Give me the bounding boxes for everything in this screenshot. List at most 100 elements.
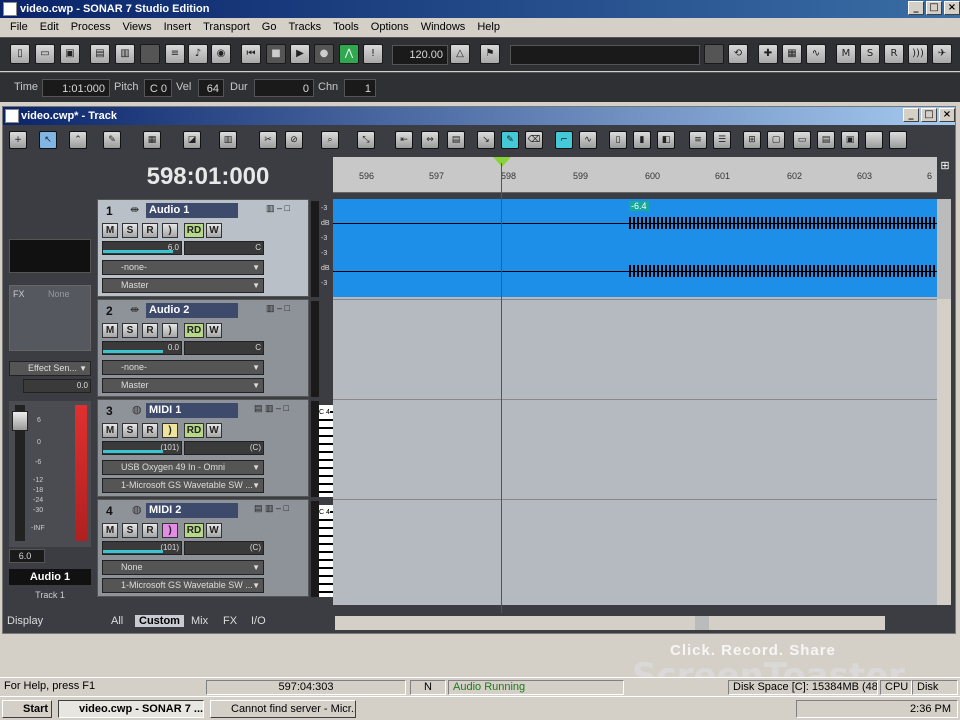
menu-options[interactable]: Options <box>365 21 415 33</box>
envelope-mode-icon[interactable]: ◪ <box>183 131 201 149</box>
input-dropdown[interactable]: None ▼ <box>102 560 264 575</box>
stop-icon[interactable]: ■ <box>266 44 286 64</box>
chn-field[interactable]: 1 <box>344 79 376 97</box>
open-file-icon[interactable]: ▭ <box>35 44 55 64</box>
mute-button[interactable]: M <box>102 423 118 438</box>
menu-views[interactable]: Views <box>116 21 157 33</box>
clock[interactable]: 2:36 PM <box>910 703 951 715</box>
vertical-scrollbar[interactable] <box>937 199 951 605</box>
zoom-tool-icon[interactable]: ⌕ <box>321 131 339 149</box>
fader-value[interactable]: 6.0 <box>9 549 45 563</box>
track-name[interactable]: MIDI 1 <box>146 403 238 418</box>
display-dropdown[interactable]: Display <box>7 615 73 627</box>
pan-slider[interactable]: C <box>184 241 264 255</box>
now-marker-icon[interactable] <box>493 157 511 167</box>
pan-slider[interactable]: (C) <box>184 541 264 555</box>
staff-icon[interactable]: ♪ <box>188 44 208 64</box>
start-button[interactable]: Start <box>2 700 52 718</box>
track-options-icon[interactable]: ▤ ▥ – □ <box>254 403 289 414</box>
split-tool-icon[interactable]: ✂ <box>259 131 277 149</box>
record-arm-button[interactable]: R <box>142 523 158 538</box>
tab-io[interactable]: I/O <box>251 615 266 627</box>
grid-icon[interactable]: ▦ <box>782 44 802 64</box>
fx-bin[interactable]: FX None <box>9 285 91 351</box>
output-dropdown[interactable]: Master ▼ <box>102 378 264 393</box>
select-tool-icon[interactable]: ⌃ <box>69 131 87 149</box>
volume-slider[interactable]: (101) <box>102 441 182 455</box>
strip-icon[interactable]: ▥ <box>219 131 237 149</box>
effect-send-dropdown[interactable]: Effect Sen... ▼ <box>9 361 91 376</box>
menu-help[interactable]: Help <box>471 21 506 33</box>
input-echo-button[interactable]: ) <box>162 523 178 538</box>
input-echo-button[interactable]: ) <box>162 323 178 338</box>
track-name[interactable]: MIDI 2 <box>146 503 238 518</box>
menu-go[interactable]: Go <box>256 21 283 33</box>
track-window-icon[interactable] <box>5 109 19 123</box>
tempo-display[interactable]: 120.00 <box>392 45 448 65</box>
menu-tools[interactable]: Tools <box>327 21 365 33</box>
task-browser[interactable]: Cannot find server - Micr... <box>210 700 356 718</box>
loop-icon[interactable] <box>704 44 724 64</box>
track-name[interactable]: Audio 2 <box>146 303 238 318</box>
zoom-ruler-icon[interactable]: ⊞ <box>937 159 953 189</box>
track-list-icon[interactable]: ▭ <box>793 131 811 149</box>
input-echo-button[interactable]: ) <box>162 423 178 438</box>
snap-icon[interactable]: ✚ <box>758 44 778 64</box>
track-name[interactable]: Audio 1 <box>146 203 238 218</box>
bar-graph-icon[interactable]: ▮ <box>633 131 651 149</box>
pan-slider[interactable]: C <box>184 341 264 355</box>
envelope-icon[interactable]: ∿ <box>806 44 826 64</box>
track-options-icon[interactable]: ▥ – □ <box>266 303 290 314</box>
output-dropdown[interactable]: 1-Microsoft GS Wavetable SW ... ▼ <box>102 578 264 593</box>
solo-all-button[interactable]: S <box>860 44 880 64</box>
track-lane[interactable] <box>333 499 937 599</box>
waveform-icon[interactable]: ∿ <box>579 131 597 149</box>
pencil-edit-icon[interactable]: ✎ <box>501 131 519 149</box>
track-options-icon[interactable]: ▥ – □ <box>266 203 290 214</box>
piano-roll-icon[interactable]: ▥ <box>115 44 135 64</box>
piano-keyboard[interactable]: C 4 <box>319 505 333 597</box>
menu-transport[interactable]: Transport <box>197 21 256 33</box>
cursor-icon[interactable]: ↘ <box>477 131 495 149</box>
menu-insert[interactable]: Insert <box>158 21 198 33</box>
track-options-icon[interactable]: ▤ ▥ – □ <box>254 503 289 514</box>
solo-button[interactable]: S <box>122 323 138 338</box>
hscroll-thumb[interactable] <box>695 616 709 630</box>
tab-all[interactable]: All <box>111 615 123 627</box>
tab-custom[interactable]: Custom <box>135 615 184 627</box>
fit-icon[interactable]: ⊞ <box>743 131 761 149</box>
insert-track-icon[interactable]: + <box>9 131 27 149</box>
track-minimize-icon[interactable]: _ <box>903 108 919 122</box>
mute-button[interactable]: M <box>102 523 118 538</box>
mute-button[interactable]: M <box>102 323 118 338</box>
menu-tracks[interactable]: Tracks <box>282 21 327 33</box>
bus-icon[interactable]: ▤ <box>817 131 835 149</box>
track-header[interactable]: 3 ◍ MIDI 1 M S R ) RD W (101) (C) USB Ox… <box>97 399 309 497</box>
task-sonar[interactable]: video.cwp - SONAR 7 ... <box>58 700 204 718</box>
track-close-icon[interactable]: × <box>939 108 955 122</box>
solo-button[interactable]: S <box>122 523 138 538</box>
draw-tool-icon[interactable]: ✎ <box>103 131 121 149</box>
play-icon[interactable]: ▶ <box>290 44 310 64</box>
rewind-icon[interactable]: ⏮ <box>241 44 261 64</box>
menu-edit[interactable]: Edit <box>34 21 65 33</box>
snapshot-icon[interactable]: ◉ <box>211 44 231 64</box>
piano-keyboard[interactable]: C 4 <box>319 405 333 497</box>
align-icon[interactable]: ≡ <box>689 131 707 149</box>
tag-icon[interactable]: ◧ <box>657 131 675 149</box>
keyboard-icon[interactable]: ▤ <box>447 131 465 149</box>
mute-all-button[interactable]: M <box>836 44 856 64</box>
tab-mix[interactable]: Mix <box>191 615 208 627</box>
write-automation-button[interactable]: W <box>206 523 222 538</box>
close-icon[interactable]: × <box>944 1 960 15</box>
list-icon[interactable]: ☰ <box>713 131 731 149</box>
smart-tool-icon[interactable]: ↖ <box>39 131 57 149</box>
solo-button[interactable]: S <box>122 223 138 238</box>
transport-dropdown[interactable] <box>510 45 700 65</box>
console-icon[interactable]: ▣ <box>841 131 859 149</box>
volume-slider[interactable]: (101) <box>102 541 182 555</box>
tempo-icon[interactable]: △ <box>450 44 470 64</box>
sonar-app-icon[interactable] <box>3 2 17 16</box>
vel-field[interactable]: 64 <box>198 79 224 97</box>
mixer-icon[interactable]: ≡ <box>165 44 185 64</box>
